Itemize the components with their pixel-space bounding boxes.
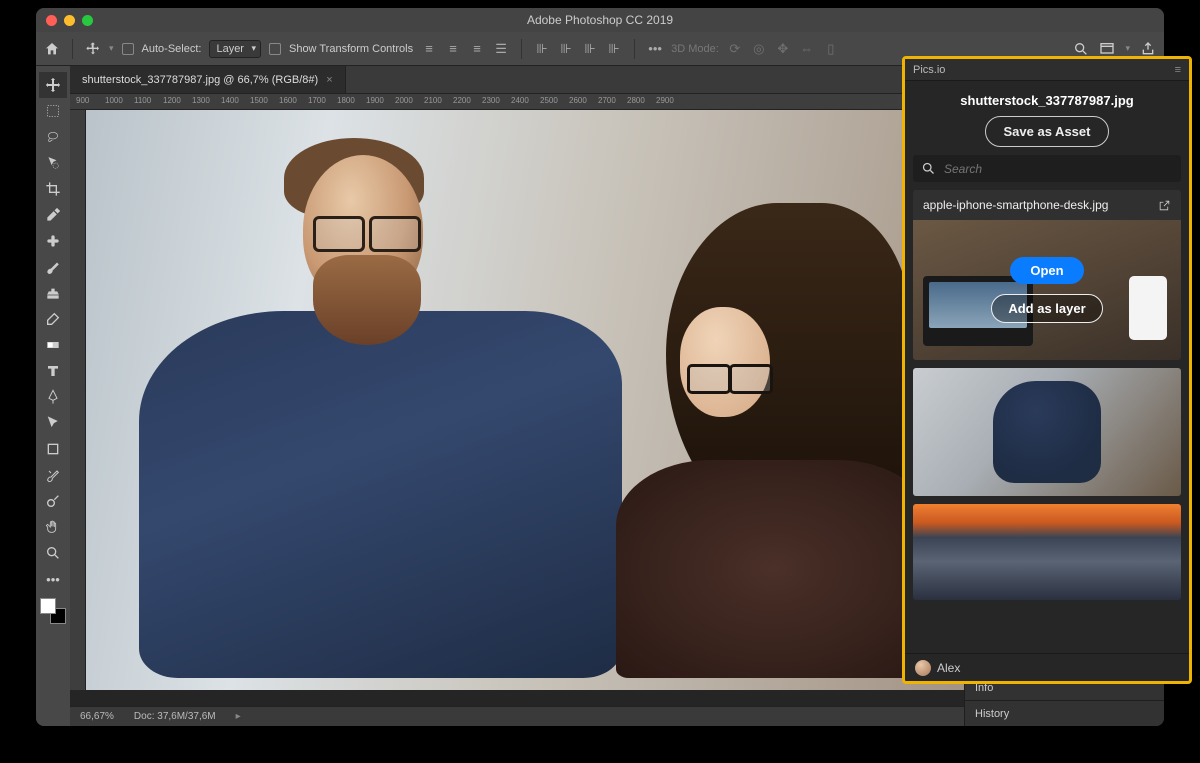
zoom-level[interactable]: 66,67% <box>80 711 114 722</box>
orbit-3d-icon: ⟳ <box>727 41 743 57</box>
type-tool[interactable] <box>39 358 67 384</box>
dodge-tool[interactable] <box>39 488 67 514</box>
gradient-tool[interactable] <box>39 332 67 358</box>
autoselect-label: Auto-Select: <box>142 43 202 55</box>
camera-3d-icon: ▯ <box>823 41 839 57</box>
ruler-horizontal: 9001000110012001300140015001600170018001… <box>70 94 964 110</box>
pan-3d-icon: ✥ <box>775 41 791 57</box>
zoom-tool[interactable] <box>39 540 67 566</box>
mode3d-label: 3D Mode: <box>671 43 719 55</box>
username: Alex <box>937 661 960 675</box>
pen-tool[interactable] <box>39 384 67 410</box>
save-as-asset-button[interactable]: Save as Asset <box>985 116 1110 147</box>
ruler-vertical <box>70 110 86 690</box>
asset-filename: apple-iphone-smartphone-desk.jpg <box>923 198 1108 212</box>
workspace-chevron-icon[interactable]: ▾ <box>1125 43 1130 54</box>
share-icon[interactable] <box>1140 41 1156 57</box>
move-tool[interactable] <box>39 72 67 98</box>
workspace-icon[interactable] <box>1099 41 1115 57</box>
hand-tool[interactable] <box>39 514 67 540</box>
healing-brush-tool[interactable] <box>39 228 67 254</box>
document-tab-label: shutterstock_337787987.jpg @ 66,7% (RGB/… <box>82 74 318 86</box>
align-left-icon[interactable]: ≡ <box>421 41 437 57</box>
eraser-tool[interactable] <box>39 306 67 332</box>
close-tab-icon[interactable]: × <box>326 74 332 86</box>
search-field[interactable] <box>913 155 1181 182</box>
eyedropper-tool[interactable] <box>39 202 67 228</box>
align-top-icon[interactable]: ☰ <box>493 41 509 57</box>
status-chevron-icon[interactable]: ▸ <box>236 711 241 722</box>
path-select-tool[interactable] <box>39 410 67 436</box>
asset-card[interactable] <box>913 368 1181 496</box>
distribute-center-v-icon[interactable]: ⊪ <box>558 41 574 57</box>
transform-checkbox[interactable] <box>269 43 281 55</box>
roll-3d-icon: ◎ <box>751 41 767 57</box>
plugin-footer: Alex <box>905 653 1189 681</box>
align-right-icon[interactable]: ≡ <box>469 41 485 57</box>
home-icon[interactable] <box>44 41 60 57</box>
align-center-h-icon[interactable]: ≡ <box>445 41 461 57</box>
shape-tool[interactable] <box>39 436 67 462</box>
asset-thumbnail: Open Add as layer <box>913 220 1181 360</box>
more-options-icon[interactable]: ••• <box>647 41 663 57</box>
lasso-tool[interactable] <box>39 124 67 150</box>
current-filename: shutterstock_337787987.jpg <box>913 93 1181 108</box>
crop-tool[interactable] <box>39 176 67 202</box>
distribute-more-icon[interactable]: ⊪ <box>606 41 622 57</box>
quick-select-tool[interactable] <box>39 150 67 176</box>
document-image <box>86 110 964 690</box>
autoselect-checkbox[interactable] <box>122 43 134 55</box>
clone-stamp-tool[interactable] <box>39 280 67 306</box>
tool-preset-chevron-icon[interactable]: ▾ <box>109 43 114 54</box>
search-icon <box>921 161 936 176</box>
doc-size[interactable]: Doc: 37,6M/37,6M <box>134 711 216 722</box>
marquee-tool[interactable] <box>39 98 67 124</box>
autoselect-target-dropdown[interactable]: Layer <box>209 40 261 58</box>
document-tab-bar: shutterstock_337787987.jpg @ 66,7% (RGB/… <box>70 66 964 94</box>
edit-toolbar-button[interactable]: ••• <box>39 566 67 592</box>
document-tab[interactable]: shutterstock_337787987.jpg @ 66,7% (RGB/… <box>70 66 346 93</box>
panel-menu-icon[interactable]: ≡ <box>1175 64 1181 76</box>
external-link-icon[interactable] <box>1158 199 1171 212</box>
transform-label: Show Transform Controls <box>289 43 413 55</box>
asset-card[interactable] <box>913 504 1181 600</box>
window-title: Adobe Photoshop CC 2019 <box>36 13 1164 27</box>
distribute-top-icon[interactable]: ⊪ <box>534 41 550 57</box>
search-input[interactable] <box>944 162 1173 176</box>
picsio-panel: Pics.io ≡ shutterstock_337787987.jpg Sav… <box>902 56 1192 684</box>
canvas-area[interactable] <box>70 110 964 706</box>
history-brush-tool[interactable] <box>39 462 67 488</box>
brush-tool[interactable] <box>39 254 67 280</box>
slide-3d-icon: ⇔ <box>799 41 815 57</box>
titlebar: Adobe Photoshop CC 2019 <box>36 8 1164 32</box>
search-icon[interactable] <box>1073 41 1089 57</box>
color-swatch[interactable] <box>40 598 66 624</box>
picsio-tab[interactable]: Pics.io ≡ <box>905 59 1189 81</box>
history-tab[interactable]: History <box>965 700 1164 726</box>
add-as-layer-button[interactable]: Add as layer <box>991 294 1102 323</box>
asset-card[interactable]: apple-iphone-smartphone-desk.jpg Open Ad… <box>913 190 1181 360</box>
avatar[interactable] <box>915 660 931 676</box>
move-tool-icon[interactable] <box>85 41 101 57</box>
canvas[interactable] <box>86 110 964 690</box>
tool-panel: ••• <box>36 66 70 726</box>
distribute-bottom-icon[interactable]: ⊪ <box>582 41 598 57</box>
open-button[interactable]: Open <box>1010 257 1083 284</box>
status-bar: 66,67% Doc: 37,6M/37,6M ▸ <box>70 706 964 726</box>
